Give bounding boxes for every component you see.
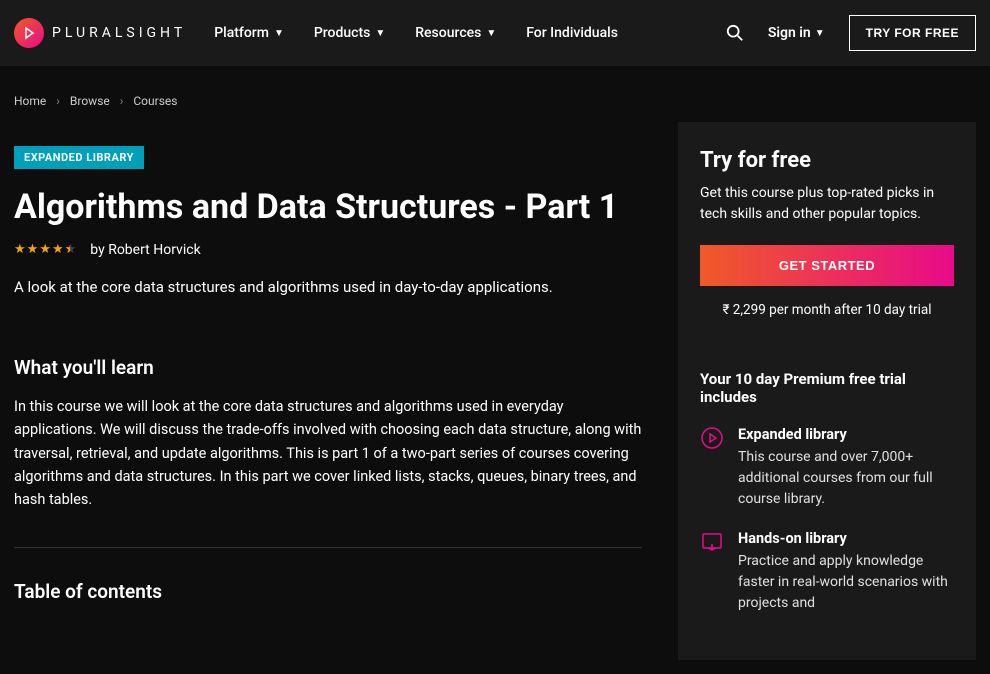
chevron-down-icon: ▼	[815, 28, 825, 39]
feature-desc: Practice and apply knowledge faster in r…	[738, 551, 954, 614]
course-author: by Robert Horvick	[90, 242, 200, 258]
star-half-icon: ★	[65, 242, 77, 257]
learn-heading: What you'll learn	[14, 356, 642, 379]
library-badge: EXPANDED LIBRARY	[14, 146, 144, 169]
crumb-home[interactable]: Home	[14, 94, 46, 108]
search-icon[interactable]	[726, 24, 744, 42]
signin-link[interactable]: Sign in▼	[768, 25, 825, 41]
includes-heading: Your 10 day Premium free trial includes	[700, 370, 954, 406]
toc-heading: Table of contents	[14, 580, 642, 603]
feature-title: Expanded library	[738, 426, 954, 443]
feature-title: Hands-on library	[738, 530, 954, 547]
star-icon: ★	[14, 242, 26, 257]
star-icon: ★	[27, 242, 39, 257]
chevron-down-icon: ▼	[375, 28, 385, 39]
feature-desc: This course and over 7,000+ additional c…	[738, 447, 954, 510]
chevron-right-icon: ›	[120, 94, 124, 108]
nav-platform[interactable]: Platform▼	[214, 25, 284, 41]
course-title: Algorithms and Data Structures - Part 1	[14, 187, 642, 228]
top-header: PLURALSIGHT Platform▼ Products▼ Resource…	[0, 0, 990, 66]
crumb-browse[interactable]: Browse	[70, 94, 110, 108]
chevron-down-icon: ▼	[486, 28, 496, 39]
get-started-button[interactable]: GET STARTED	[700, 245, 954, 286]
brand-name: PLURALSIGHT	[52, 25, 186, 41]
chevron-down-icon: ▼	[274, 28, 284, 39]
brand-logo[interactable]: PLURALSIGHT	[14, 18, 186, 48]
course-summary: A look at the core data structures and a…	[14, 276, 642, 299]
learn-description: In this course we will look at the core …	[14, 395, 642, 548]
hands-on-icon	[700, 530, 724, 554]
price-text: ₹ 2,299 per month after 10 day trial	[700, 302, 954, 318]
page-content: EXPANDED LIBRARY Algorithms and Data Str…	[0, 108, 990, 674]
pricing-sidebar: Try for free Get this course plus top-ra…	[678, 122, 976, 660]
header-actions: Sign in▼ TRY FOR FREE	[726, 15, 976, 51]
crumb-courses[interactable]: Courses	[133, 94, 177, 108]
logo-icon	[14, 18, 44, 48]
breadcrumb: Home › Browse › Courses	[0, 66, 990, 108]
primary-nav: Platform▼ Products▼ Resources▼ For Indiv…	[214, 25, 726, 41]
try-free-button[interactable]: TRY FOR FREE	[849, 15, 976, 51]
star-icon: ★	[39, 242, 51, 257]
chevron-right-icon: ›	[56, 94, 60, 108]
course-meta: ★ ★ ★ ★ ★ by Robert Horvick	[14, 242, 642, 258]
sidebar-heading: Try for free	[700, 148, 954, 173]
nav-individuals[interactable]: For Individuals	[526, 25, 618, 41]
feature-expanded-library: Expanded library This course and over 7,…	[700, 426, 954, 510]
play-circle-icon	[700, 426, 724, 450]
nav-resources[interactable]: Resources▼	[415, 25, 496, 41]
star-icon: ★	[52, 242, 64, 257]
main-column: EXPANDED LIBRARY Algorithms and Data Str…	[14, 122, 642, 660]
nav-products[interactable]: Products▼	[314, 25, 385, 41]
sidebar-subtext: Get this course plus top-rated picks in …	[700, 183, 954, 225]
rating-stars: ★ ★ ★ ★ ★	[14, 242, 76, 257]
feature-hands-on: Hands-on library Practice and apply know…	[700, 530, 954, 614]
